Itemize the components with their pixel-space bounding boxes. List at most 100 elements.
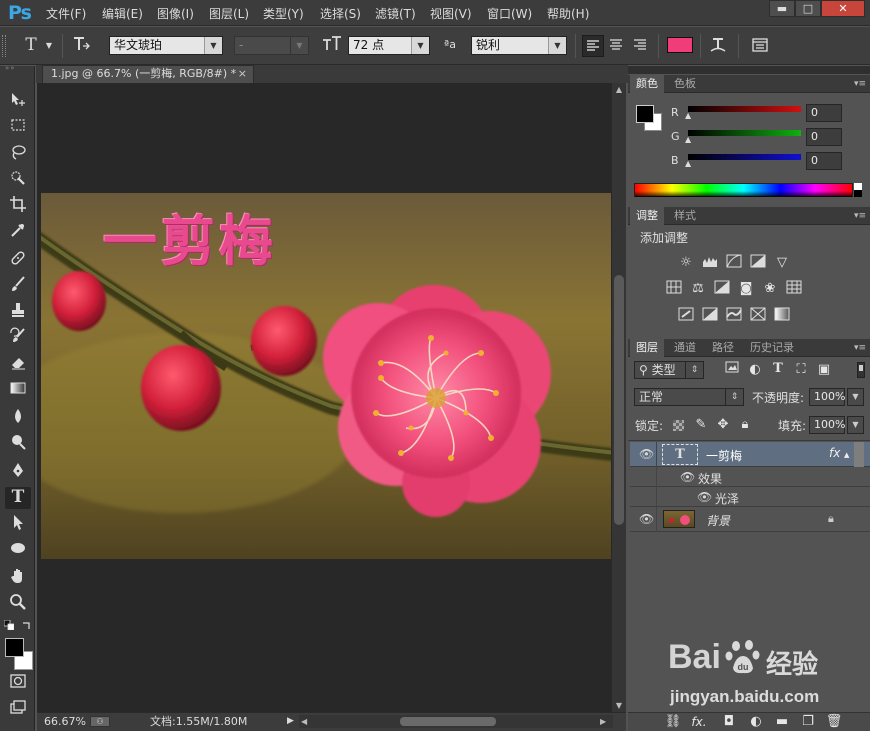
align-center-button[interactable] [606,35,628,57]
threshold-icon[interactable] [725,307,743,325]
menu-type[interactable]: 类型(Y) [263,5,304,22]
satin-visibility-eye-icon[interactable]: 👁︎ [697,490,712,504]
tab-history[interactable]: 历史记录 [744,339,800,357]
slider-handle-icon[interactable]: ▲ [685,111,691,120]
canvas-type-layer-text[interactable]: 一剪梅 [103,197,277,287]
fill-input[interactable]: 100% [809,416,845,434]
text-color-swatch[interactable] [667,37,693,53]
slider-handle-icon[interactable]: ▲ [685,159,691,168]
effects-visibility-eye-icon[interactable]: 👁︎ [680,470,695,484]
layer-lock-icon[interactable]: 🔒︎ [828,512,834,526]
levels-icon[interactable] [701,254,719,272]
filter-shape-layers-icon[interactable]: ⛶ [792,361,810,379]
photo-filter-icon[interactable]: ◙ [737,280,755,298]
horizontal-scrollbar[interactable]: ◀ ▶ [299,715,613,728]
layer-effects-row[interactable]: 👁︎ 效果 [630,467,870,507]
quick-mask-icon[interactable] [5,672,31,694]
character-panel-icon[interactable] [749,35,771,61]
lock-transparent-pixels-icon[interactable] [673,420,684,431]
font-family-select[interactable]: 华文琥珀 ▼ [109,36,223,55]
channel-mixer-icon[interactable]: ❀ [761,280,779,298]
type-tool-preset-icon[interactable]: T [20,35,42,55]
color-panel-foreground-swatch[interactable] [636,105,654,123]
move-tool-icon[interactable] [5,91,31,113]
channel-g-slider[interactable] [688,130,801,136]
close-button[interactable]: ✕ [821,0,865,17]
brightness-contrast-icon[interactable]: ☼ [677,254,695,272]
screen-mode-icon[interactable] [5,698,31,720]
document-tab[interactable]: 1.jpg @ 66.7% (一剪梅, RGB/8#) * × [42,65,254,83]
spectrum-white-swatch[interactable] [854,183,862,190]
black-white-icon[interactable] [713,280,731,298]
preset-chevron-down-icon[interactable]: ▼ [44,36,54,56]
menu-view[interactable]: 视图(V) [430,5,472,22]
lock-image-pixels-icon[interactable]: ✎ [692,416,710,434]
visibility-eye-icon[interactable]: 👁︎ [639,447,654,461]
channel-r-slider[interactable] [688,106,801,112]
scroll-down-icon[interactable]: ▼ [614,701,624,711]
fill-chevron-down-icon[interactable]: ▼ [847,416,864,434]
layer-name[interactable]: 背景 [706,512,730,529]
selective-color-icon[interactable] [749,307,767,325]
scroll-up-icon[interactable]: ▲ [614,85,624,95]
foreground-color-swatch[interactable] [5,638,24,657]
align-right-button[interactable] [630,35,652,57]
history-brush-tool-icon[interactable] [5,327,31,349]
scroll-left-icon[interactable]: ◀ [301,715,307,728]
exposure-icon[interactable] [749,254,767,272]
warp-text-icon[interactable] [707,35,729,60]
vertical-scroll-thumb[interactable] [614,275,624,525]
tab-channels[interactable]: 通道 [668,339,702,357]
tab-swatches[interactable]: 色板 [668,75,702,93]
lock-position-icon[interactable]: ✥ [714,416,732,434]
swap-colors-icon[interactable] [22,619,32,629]
align-left-button[interactable] [582,35,604,57]
layer-effect-satin-row[interactable]: 👁︎ 光泽 [630,487,870,507]
layer-name[interactable]: 一剪梅 [706,447,742,464]
filter-toggle-switch[interactable] [857,362,865,378]
toggle-text-orientation-icon[interactable] [71,35,93,58]
clone-stamp-tool-icon[interactable] [5,301,31,323]
blur-tool-icon[interactable] [5,407,31,429]
status-share-icon[interactable]: ⚇ [90,716,110,727]
layer-filter-kind-select[interactable]: ⚲ 类型 ⇕ [634,361,704,379]
scroll-right-icon[interactable]: ▶ [600,715,606,728]
brush-tool-icon[interactable] [5,275,31,297]
vertical-scrollbar[interactable]: ▲ ▼ [612,83,626,713]
spectrum-black-swatch[interactable] [854,190,862,197]
menu-edit[interactable]: 编辑(E) [102,5,143,22]
eyedropper-tool-icon[interactable] [5,221,31,243]
tab-layers[interactable]: 图层 [630,339,664,357]
opacity-input[interactable]: 100% [809,388,845,406]
expand-effects-chevron-icon[interactable]: ▲ [844,451,849,459]
menu-window[interactable]: 窗口(W) [487,5,532,22]
dodge-tool-icon[interactable] [5,433,31,455]
default-colors-icon[interactable] [3,619,15,631]
status-menu-arrow-icon[interactable]: ▶ [287,713,294,730]
layers-scroll-thumb[interactable] [854,442,864,467]
hand-tool-icon[interactable] [5,567,31,589]
marquee-tool-icon[interactable] [5,117,31,139]
blend-mode-select[interactable]: 正常 ⇕ [634,388,744,406]
channel-g-value[interactable]: 0 [806,128,842,146]
ellipse-tool-icon[interactable] [5,539,31,561]
vibrance-icon[interactable]: ▽ [773,254,791,272]
font-size-select[interactable]: 72 点 ▼ [348,36,430,55]
document-canvas-image[interactable]: 一剪梅 [41,193,611,559]
panel-menu-icon[interactable]: ▾≡ [854,207,866,225]
layer-row-background[interactable]: 👁︎ 背景 🔒︎ [630,507,870,532]
menu-filter[interactable]: 滤镜(T) [375,5,416,22]
quick-selection-tool-icon[interactable] [5,169,31,191]
menu-image[interactable]: 图像(I) [157,5,194,22]
gradient-map-icon[interactable] [773,307,791,325]
close-tab-icon[interactable]: × [238,66,247,82]
color-lookup-icon[interactable] [785,280,803,298]
tab-color[interactable]: 颜色 [630,75,664,93]
menu-layer[interactable]: 图层(L) [209,5,249,22]
crop-tool-icon[interactable] [5,195,31,217]
pen-tool-icon[interactable] [5,461,31,483]
maximize-button[interactable]: □ [795,0,821,17]
eraser-tool-icon[interactable] [5,353,31,375]
lasso-tool-icon[interactable] [5,143,31,165]
minimize-button[interactable]: ▬ [769,0,795,17]
